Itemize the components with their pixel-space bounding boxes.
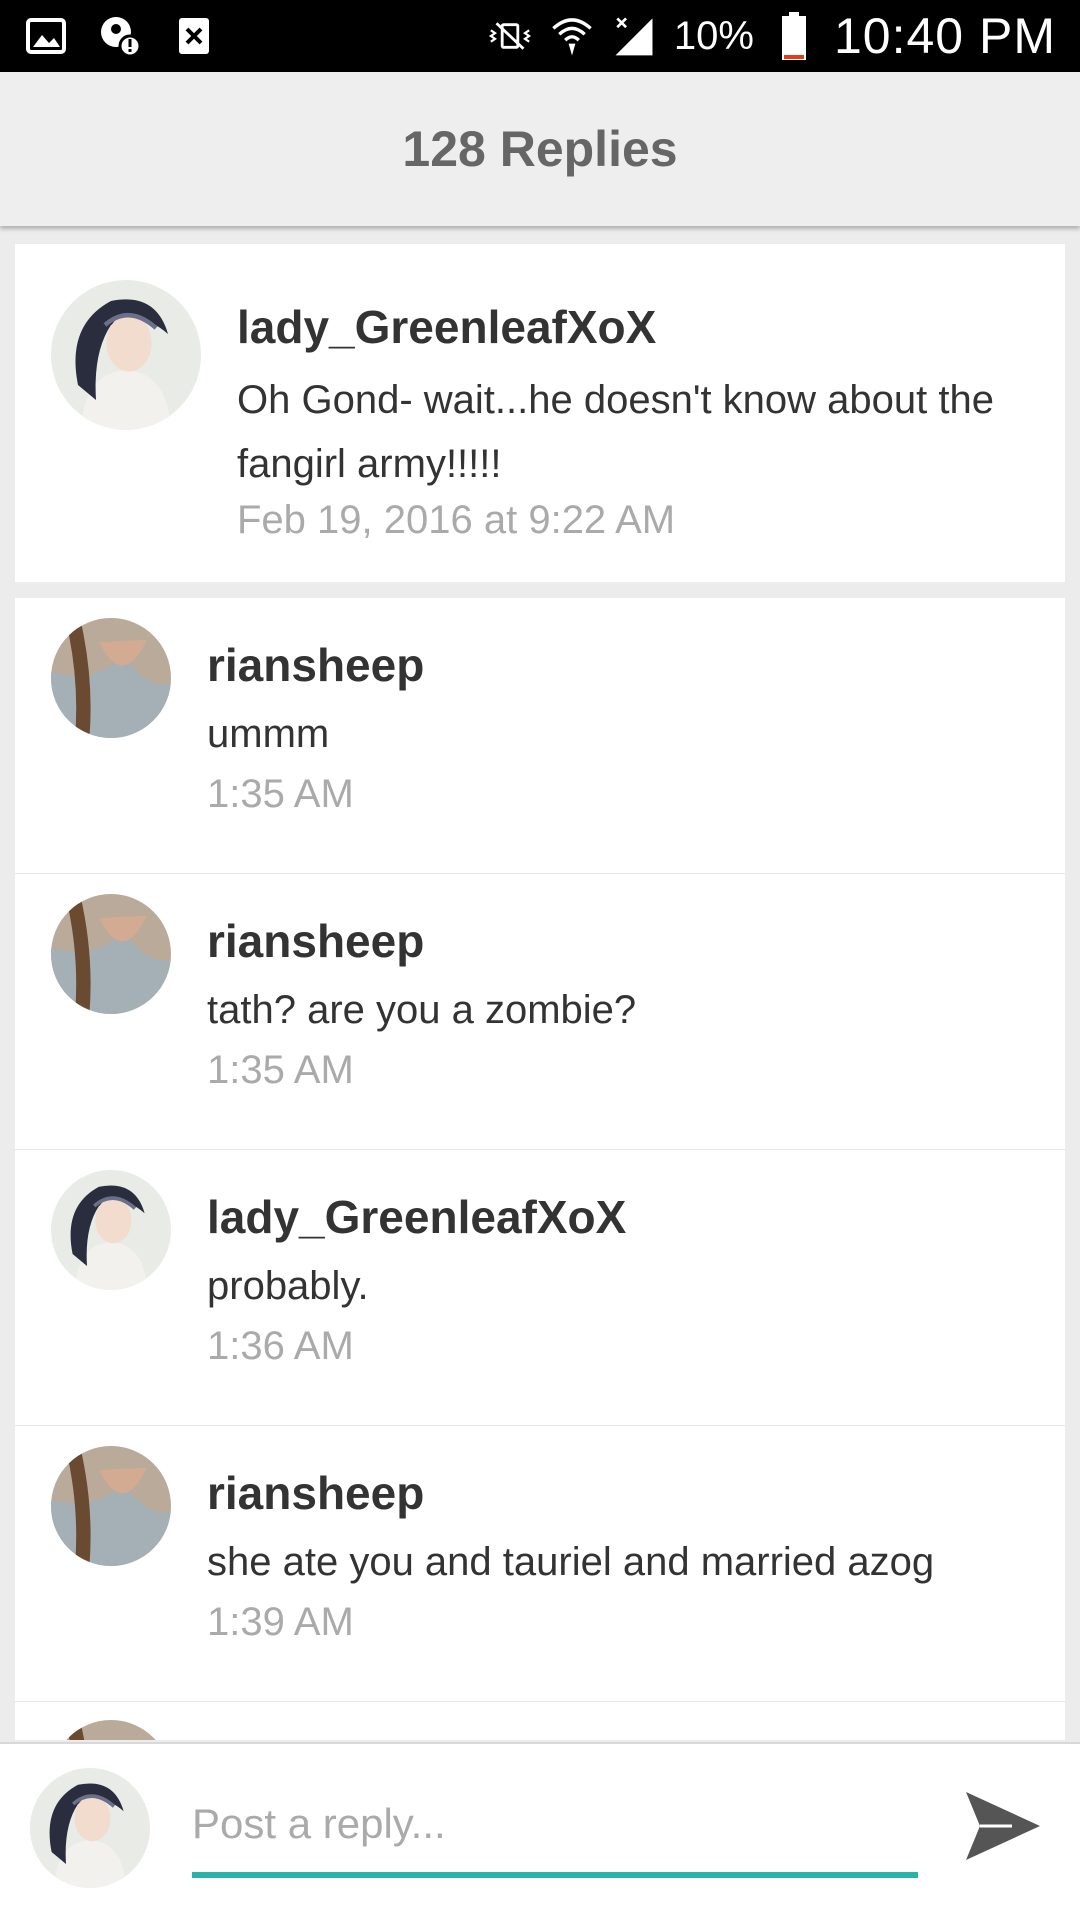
reply-username[interactable]: riansheep — [207, 1466, 424, 1520]
wifi-icon — [550, 14, 594, 58]
alert-person-icon — [98, 14, 142, 58]
close-box-icon — [172, 14, 216, 58]
avatar-riansheep-icon[interactable] — [51, 618, 171, 738]
comment-timestamp: Feb 19, 2016 at 9:22 AM — [237, 498, 676, 542]
reply-composer — [0, 1742, 1080, 1920]
reply-text: tath? are you a zombie? — [207, 988, 637, 1032]
gallery-icon — [24, 14, 68, 58]
list-item[interactable]: lady_GreenleafXoX probably. 1:36 AM — [15, 1150, 1065, 1426]
avatar-riansheep-icon[interactable] — [51, 894, 171, 1014]
list-item[interactable]: riansheep ummm 1:35 AM — [15, 598, 1065, 874]
reply-text: ummm — [207, 712, 330, 756]
battery-icon — [772, 12, 816, 60]
status-bar: 10% 10:40 PM — [0, 0, 1080, 72]
comment-username[interactable]: lady_GreenleafXoX — [237, 300, 656, 354]
reply-username[interactable]: lady_GreenleafXoX — [207, 1190, 626, 1244]
comment-text: Oh Gond- wait...he doesn't know about th… — [237, 378, 994, 486]
list-item[interactable]: riansheep she ate you and tauriel and ma… — [15, 1426, 1065, 1702]
reply-username[interactable]: riansheep — [207, 914, 424, 968]
list-item[interactable]: riansheep tath? are you a zombie? 1:35 A… — [15, 874, 1065, 1150]
avatar-lady-icon[interactable] — [51, 1170, 171, 1290]
reply-input[interactable] — [192, 1784, 918, 1864]
input-underline — [192, 1872, 918, 1878]
replies-header: 128 Replies — [0, 72, 1080, 226]
send-button[interactable] — [960, 1784, 1044, 1868]
reply-timestamp: 1:39 AM — [207, 1600, 354, 1644]
avatar-riansheep-icon[interactable] — [51, 1446, 171, 1566]
vibrate-off-icon — [488, 14, 532, 58]
battery-percent: 10% — [673, 13, 754, 58]
reply-timestamp: 1:36 AM — [207, 1324, 354, 1368]
original-comment[interactable]: lady_GreenleafXoX Oh Gond- wait...he doe… — [15, 244, 1065, 582]
avatar-lady-icon — [30, 1768, 150, 1888]
reply-timestamp: 1:35 AM — [207, 772, 354, 816]
reply-username[interactable]: riansheep — [207, 638, 424, 692]
avatar-riansheep-icon — [51, 1720, 171, 1740]
reply-text: probably. — [207, 1264, 369, 1308]
avatar-lady-icon[interactable] — [51, 280, 201, 430]
reply-text: she ate you and tauriel and married azog — [207, 1540, 935, 1584]
clock: 10:40 PM — [833, 8, 1056, 64]
replies-list[interactable]: riansheep ummm 1:35 AM riansheep tath? a… — [15, 598, 1065, 1740]
send-icon — [966, 1792, 1040, 1860]
page-title: 128 Replies — [402, 121, 678, 177]
signal-icon — [612, 14, 656, 58]
reply-timestamp: 1:35 AM — [207, 1048, 354, 1092]
